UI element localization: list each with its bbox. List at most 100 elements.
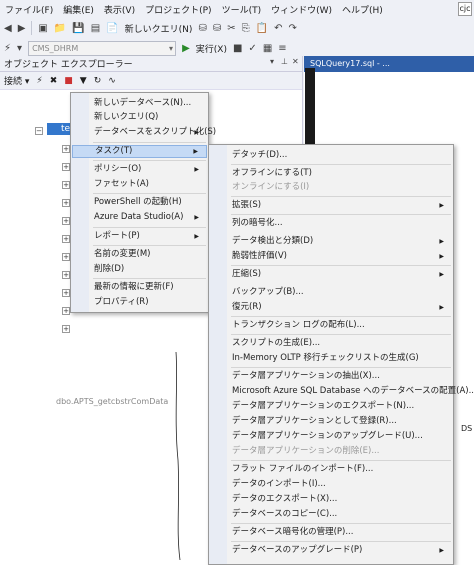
task-menu-item-label: 拡張(S) — [232, 200, 262, 210]
task-menu-item[interactable]: Microsoft Azure SQL Database へのデータベースの配置… — [210, 385, 474, 398]
task-menu-item-label: データベース暗号化の管理(P)... — [232, 527, 354, 537]
menu-divider — [231, 523, 451, 524]
task-menu-item-label: データベースのアップグレード(P) — [232, 545, 363, 555]
task-menu-item[interactable]: データ層アプリケーションのエクスポート(N)... — [210, 400, 452, 413]
task-menu-item-label: Microsoft Azure SQL Database へのデータベースの配置… — [232, 386, 474, 396]
menu-divider — [93, 245, 206, 246]
task-menu-item-label: オフラインにする(T) — [232, 168, 312, 178]
task-menu-item-label: フラット ファイルのインポート(F)... — [232, 464, 374, 474]
menu-divider — [93, 160, 206, 161]
task-menu-item[interactable]: 列の暗号化... — [210, 217, 452, 230]
context-menu-item-label: ファセット(A) — [94, 179, 149, 189]
context-menu-item-label: プロパティ(R) — [94, 297, 149, 307]
task-menu-item-label: In-Memory OLTP 移行チェックリストの生成(G) — [232, 353, 419, 363]
task-menu-item-label: データ層アプリケーションとして登録(R)... — [232, 416, 397, 426]
task-menu-item[interactable]: データベースのアップグレード(P) ▶ — [210, 544, 452, 557]
task-menu-item[interactable]: データ層アプリケーションのアップグレード(U)... — [210, 430, 452, 443]
submenu-arrow-icon: ▶ — [194, 129, 199, 136]
context-menu-item[interactable]: PowerShell の起動(H) — [72, 196, 207, 209]
task-submenu: デタッチ(D)... オフラインにする(T) オンラインにする(I) 拡張(S) ▶ 列の… — [208, 144, 474, 565]
pencil-line — [175, 351, 181, 561]
menu-divider — [231, 196, 451, 197]
task-menu-item[interactable]: 脆弱性評価(V) ▶ — [210, 250, 452, 263]
context-menu-item[interactable]: プロパティ(R) — [72, 296, 207, 309]
task-menu-item-label: オンラインにする(I) — [232, 182, 310, 192]
task-menu-item[interactable]: データ層アプリケーションとして登録(R)... — [210, 415, 452, 428]
task-menu-item-label: デタッチ(D)... — [232, 150, 288, 160]
task-menu-item[interactable]: データのエクスポート(X)... — [210, 493, 452, 506]
task-menu-item[interactable]: データ層アプリケーションの削除(E)... — [210, 445, 452, 458]
context-menu-item[interactable]: 削除(D) — [72, 263, 207, 276]
context-menu-item[interactable]: タスク(T) ▶ — [72, 145, 207, 158]
menu-divider — [93, 227, 206, 228]
task-menu-item-label: データのインポート(I)... — [232, 479, 326, 489]
task-menu-item-label: バックアップ(B)... — [232, 287, 304, 297]
menu-divider — [231, 164, 451, 165]
task-menu-item[interactable]: データ検出と分類(D) ▶ — [210, 235, 452, 248]
context-menu-item[interactable]: 名前の変更(M) — [72, 248, 207, 261]
menu-divider — [231, 316, 451, 317]
task-menu-item[interactable]: データベース暗号化の管理(P)... — [210, 526, 452, 539]
context-menu-item-label: PowerShell の起動(H) — [94, 197, 182, 207]
task-menu-item-label: 復元(R) — [232, 302, 262, 312]
task-menu-item-label: データ層アプリケーションの削除(E)... — [232, 446, 380, 456]
context-menu-item-label: 最新の情報に更新(F) — [94, 282, 174, 292]
task-menu-item-label: データ層アプリケーションのアップグレード(U)... — [232, 431, 423, 441]
context-menu-item[interactable]: 新しいクエリ(Q) — [72, 111, 207, 124]
menu-divider — [93, 193, 206, 194]
task-menu-item-label: データ層アプリケーションのエクスポート(N)... — [232, 401, 415, 411]
menu-divider — [93, 142, 206, 143]
task-menu-item[interactable]: 復元(R) ▶ — [210, 301, 452, 314]
task-menu-item[interactable]: トランザクション ログの配布(L)... — [210, 319, 452, 332]
submenu-arrow-icon: ▶ — [439, 253, 444, 260]
task-menu-item-label: スクリプトの生成(E)... — [232, 338, 321, 348]
task-menu-item-label: トランザクション ログの配布(L)... — [232, 320, 365, 330]
submenu-arrow-icon: ▶ — [439, 271, 444, 278]
menu-divider — [231, 367, 451, 368]
submenu-arrow-icon: ▶ — [439, 547, 444, 554]
context-menu-item-label: レポート(P) — [94, 231, 140, 241]
task-menu-item-label: データのエクスポート(X)... — [232, 494, 338, 504]
menu-divider — [231, 541, 451, 542]
task-menu-item[interactable]: オンラインにする(I) — [210, 181, 452, 194]
task-menu-item[interactable]: 拡張(S) ▶ — [210, 199, 452, 212]
context-menu-item-label: 名前の変更(M) — [94, 249, 151, 259]
task-menu-item[interactable]: デタッチ(D)... — [210, 149, 452, 162]
context-menu-item[interactable]: Azure Data Studio(A) ▶ — [72, 211, 207, 224]
submenu-arrow-icon: ▶ — [194, 214, 199, 221]
task-menu-item[interactable]: データベースのコピー(C)... — [210, 508, 452, 521]
task-menu-item[interactable]: スクリプトの生成(E)... — [210, 337, 452, 350]
task-menu-item[interactable]: データ層アプリケーションの抽出(X)... — [210, 370, 452, 383]
task-menu-item[interactable]: 圧縮(S) ▶ — [210, 268, 452, 281]
context-menu-item[interactable]: ファセット(A) — [72, 178, 207, 191]
task-menu-item-label: データ検出と分類(D) — [232, 236, 314, 246]
menu-divider — [231, 265, 451, 266]
task-menu-item[interactable]: バックアップ(B)... — [210, 286, 452, 299]
context-menu-item-label: タスク(T) — [95, 146, 133, 156]
task-menu-item[interactable]: フラット ファイルのインポート(F)... — [210, 463, 452, 476]
context-menu-item[interactable]: ポリシー(O) ▶ — [72, 163, 207, 176]
context-menu-item-label: 新しいデータベース(N)... — [94, 98, 192, 108]
context-menu-item-label: ポリシー(O) — [94, 164, 142, 174]
task-menu-item[interactable]: オフラインにする(T) — [210, 167, 452, 180]
submenu-arrow-icon: ▶ — [194, 166, 199, 173]
task-menu-item-label: データベースのコピー(C)... — [232, 509, 338, 519]
context-menu-item[interactable]: データベースをスクリプト化(S) ▶ — [72, 126, 216, 139]
context-menu-item[interactable]: 最新の情報に更新(F) — [72, 281, 207, 294]
context-menu-item-label: 削除(D) — [94, 264, 125, 274]
context-menu-item[interactable]: 新しいデータベース(N)... — [72, 97, 207, 110]
context-menu-item[interactable]: レポート(P) ▶ — [72, 230, 207, 243]
task-menu-item-label: 脆弱性評価(V) — [232, 251, 287, 261]
menu-divider — [231, 334, 451, 335]
submenu-arrow-icon: ▶ — [439, 202, 444, 209]
task-menu-item-label: データ層アプリケーションの抽出(X)... — [232, 371, 380, 381]
menu-divider — [231, 214, 451, 215]
task-menu-item-label: 列の暗号化... — [232, 218, 283, 228]
database-context-menu: 新しいデータベース(N)... 新しいクエリ(Q) データベースをスクリプト化(S)… — [70, 92, 216, 313]
task-menu-item[interactable]: In-Memory OLTP 移行チェックリストの生成(G) — [210, 352, 452, 365]
context-menu-item-label: 新しいクエリ(Q) — [94, 112, 159, 122]
task-menu-item[interactable]: データのインポート(I)... — [210, 478, 452, 491]
submenu-arrow-icon: ▶ — [439, 238, 444, 245]
context-menu-item-label: Azure Data Studio(A) — [94, 212, 184, 222]
submenu-arrow-icon: ▶ — [194, 233, 199, 240]
